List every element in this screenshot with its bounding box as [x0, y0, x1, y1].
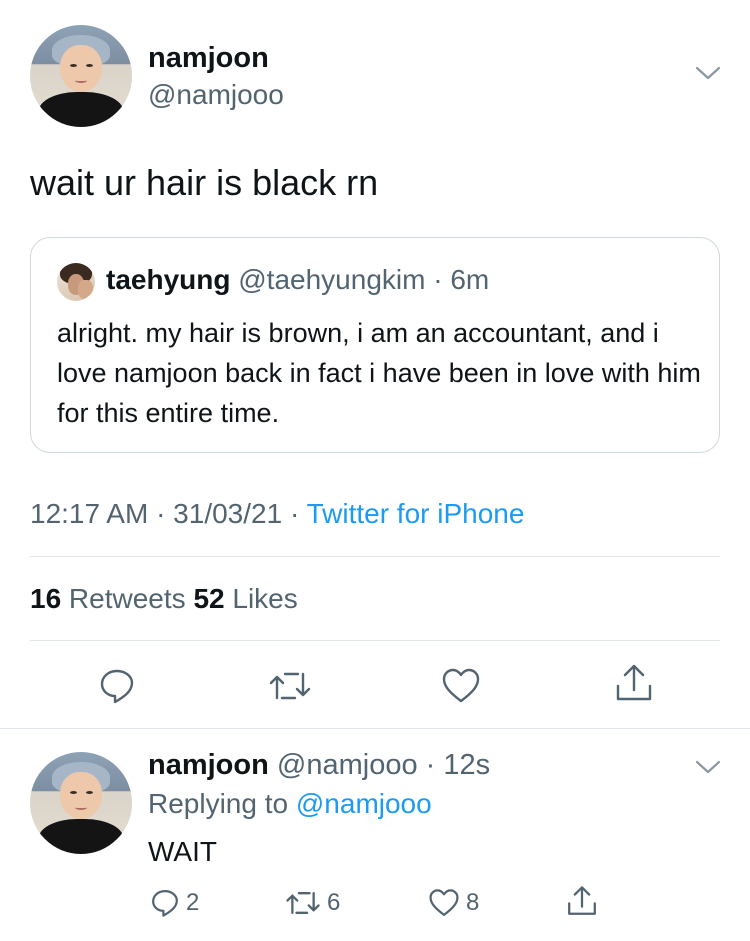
engagement-stats: 16 Retweets 52 Likes — [30, 583, 298, 615]
quoted-avatar — [57, 263, 95, 301]
replying-to: Replying to @namjooo — [148, 788, 432, 820]
quoted-handle: @taehyungkim · 6m — [230, 264, 490, 295]
reply-author-name[interactable]: namjoon — [148, 749, 269, 781]
chevron-down-icon[interactable] — [695, 758, 721, 776]
like-icon — [429, 889, 459, 916]
reply-header: namjoon @namjooo · 12s — [148, 749, 490, 782]
reply-author-handle[interactable]: @namjooo · 12s — [269, 749, 490, 781]
tweet-text: wait ur hair is black rn — [30, 162, 379, 203]
author-avatar[interactable] — [30, 25, 132, 127]
replying-prefix: Replying to — [148, 788, 296, 819]
retweets-label[interactable]: Retweets — [61, 583, 193, 614]
reply-text: WAIT — [148, 836, 217, 867]
reply-icon — [152, 890, 178, 917]
replying-to-handle[interactable]: @namjooo — [296, 788, 432, 819]
quoted-header: taehyung @taehyungkim · 6m — [106, 264, 489, 296]
author-name[interactable]: namjoon — [148, 42, 269, 75]
reply-author-avatar[interactable] — [30, 752, 132, 854]
likes-count[interactable]: 52 — [193, 583, 224, 614]
like-icon[interactable] — [441, 667, 481, 705]
divider — [30, 640, 720, 641]
tweet-metadata: 12:17 AM · 31/03/21 · Twitter for iPhone — [30, 498, 524, 530]
retweet-icon — [286, 892, 320, 914]
reply-retweet-count: 6 — [327, 889, 341, 916]
reply-retweet-action[interactable]: 6 — [285, 888, 340, 918]
reply-icon[interactable] — [98, 667, 136, 705]
share-icon[interactable] — [566, 884, 598, 918]
quoted-text: alright. my hair is brown, i am an accou… — [57, 318, 701, 428]
reply-reply-action[interactable]: 2 — [150, 888, 199, 918]
tweet-timestamp: 12:17 AM · 31/03/21 · — [30, 498, 307, 529]
tweet-source-link[interactable]: Twitter for iPhone — [307, 498, 525, 529]
reply-like-action[interactable]: 8 — [428, 888, 479, 918]
retweet-icon[interactable] — [268, 668, 312, 704]
reply-reply-count: 2 — [186, 889, 200, 916]
retweets-count[interactable]: 16 — [30, 583, 61, 614]
divider — [30, 556, 720, 557]
likes-label[interactable]: Likes — [225, 583, 297, 614]
divider — [0, 728, 750, 729]
quoted-name: taehyung — [106, 264, 231, 295]
chevron-down-icon[interactable] — [695, 64, 721, 82]
reply-like-count: 8 — [466, 889, 480, 916]
share-icon[interactable] — [614, 662, 654, 704]
author-handle[interactable]: @namjooo — [148, 79, 284, 111]
